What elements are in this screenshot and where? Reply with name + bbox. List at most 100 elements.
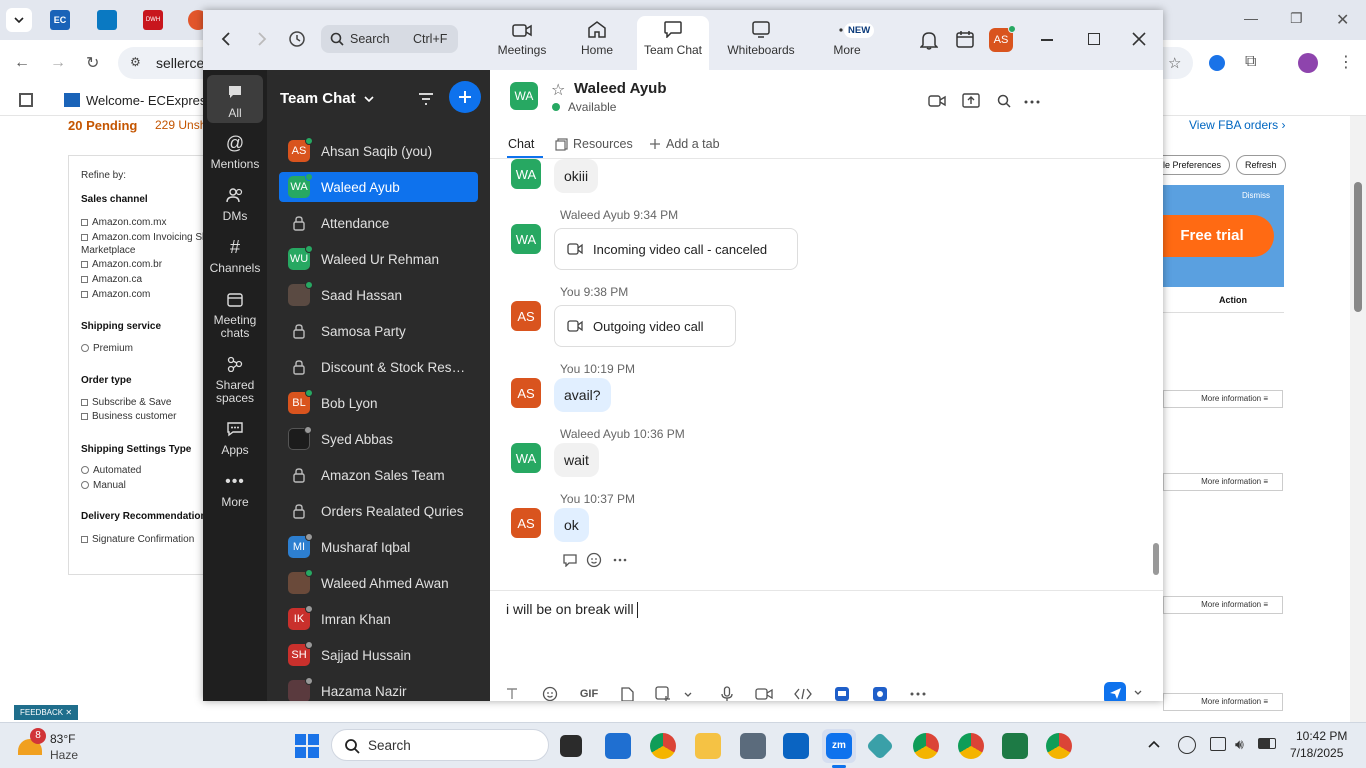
premium-option[interactable]: Premium xyxy=(81,343,133,354)
profile-avatar[interactable] xyxy=(1298,53,1318,73)
browser-menu-icon[interactable]: ⋮ xyxy=(1338,52,1354,72)
rail-apps[interactable]: Apps xyxy=(207,418,263,457)
screenshot-icon[interactable] xyxy=(653,684,673,701)
call-card[interactable]: Outgoing video call xyxy=(554,305,736,347)
reload-icon[interactable]: ↻ xyxy=(86,53,99,73)
list-item[interactable]: Hazama Nazir xyxy=(279,676,478,701)
tab-home[interactable]: Home xyxy=(565,16,629,70)
close-icon[interactable]: ✕ xyxy=(1336,10,1349,30)
task-view-icon[interactable] xyxy=(560,735,582,757)
channel-option[interactable]: Amazon.ca xyxy=(81,274,142,285)
channel-option[interactable]: Amazon.com xyxy=(81,289,150,300)
channel-option[interactable]: Amazon.com.br xyxy=(81,259,162,270)
forward-icon[interactable]: → xyxy=(50,54,66,72)
network-icon[interactable] xyxy=(1178,736,1196,754)
new-chat-button[interactable] xyxy=(449,81,481,113)
site-info-icon[interactable]: ⚙ xyxy=(130,55,141,69)
compose-input[interactable]: i will be on break will xyxy=(506,601,1146,661)
chevron-down-icon[interactable] xyxy=(682,684,694,701)
tab-whiteboards[interactable]: Whiteboards xyxy=(721,16,801,70)
minimize-icon[interactable]: — xyxy=(1244,10,1258,26)
call-card[interactable]: Incoming video call - canceled xyxy=(554,228,798,270)
add-reaction-icon[interactable] xyxy=(586,552,602,568)
volume-icon[interactable]: 🔊︎ xyxy=(1235,736,1244,753)
video-message-icon[interactable] xyxy=(754,684,774,701)
code-snippet-icon[interactable] xyxy=(793,684,813,701)
calendar-icon[interactable] xyxy=(956,30,974,48)
more-options-icon[interactable] xyxy=(1024,100,1040,104)
search-icon[interactable] xyxy=(997,94,1011,108)
reply-icon[interactable] xyxy=(562,553,578,567)
message-bubble[interactable]: okiii xyxy=(554,159,599,193)
list-item[interactable]: Saad Hassan xyxy=(279,280,478,310)
user-avatar[interactable]: AS xyxy=(989,25,1016,52)
dwh-tab-icon[interactable]: DWH xyxy=(143,10,163,30)
gif-button[interactable]: GIF xyxy=(578,684,600,701)
outlook-icon[interactable] xyxy=(783,733,809,759)
extension-icon[interactable] xyxy=(1209,55,1225,71)
more-info-button[interactable]: More information ≡ xyxy=(1163,596,1283,614)
list-item[interactable]: AS Ahsan Saqib (you) xyxy=(279,136,478,166)
history-icon[interactable] xyxy=(288,30,306,48)
rail-more[interactable]: ••• More xyxy=(207,470,263,509)
pending-tab[interactable]: 20 Pending xyxy=(68,118,137,133)
rail-shared-spaces[interactable]: Shared spaces xyxy=(207,353,263,405)
subscribe-option[interactable]: Subscribe & Save xyxy=(81,397,172,408)
list-item[interactable]: IK Imran Khan xyxy=(279,604,478,634)
more-tools-icon[interactable] xyxy=(909,684,927,701)
show-hidden-icons-chevron-icon[interactable] xyxy=(1148,740,1160,748)
message-bubble[interactable]: wait xyxy=(554,443,599,477)
zoom-app-icon[interactable]: zm xyxy=(822,729,856,768)
excel-icon[interactable] xyxy=(1002,733,1028,759)
file-icon[interactable] xyxy=(619,684,635,701)
list-item[interactable]: Attendance xyxy=(279,208,478,238)
rail-dms[interactable]: DMs xyxy=(207,184,263,223)
view-fba-orders-link[interactable]: View FBA orders › xyxy=(1189,118,1285,132)
signature-option[interactable]: Signature Confirmation xyxy=(81,534,194,545)
list-item[interactable]: Orders Realated Quries xyxy=(279,496,478,526)
restore-icon[interactable]: ❐ xyxy=(1290,10,1303,27)
filter-icon[interactable] xyxy=(418,92,434,106)
feedback-tab[interactable]: FEEDBACK ✕ xyxy=(14,705,79,720)
app-shortcut-icon[interactable] xyxy=(871,684,889,701)
format-text-icon[interactable] xyxy=(504,684,520,701)
more-info-button[interactable]: More information ≡ xyxy=(1163,693,1283,711)
send-button[interactable] xyxy=(1104,682,1126,701)
list-item[interactable]: WU Waleed Ur Rehman xyxy=(279,244,478,274)
chrome-profile-icon[interactable] xyxy=(958,733,984,759)
forward-icon[interactable] xyxy=(257,32,267,46)
file-explorer-icon[interactable] xyxy=(695,733,721,759)
rail-channels[interactable]: # Channels xyxy=(207,236,263,275)
emoji-icon[interactable] xyxy=(541,684,559,701)
tab-resources[interactable]: Resources xyxy=(555,137,633,151)
free-trial-button[interactable]: Free trial xyxy=(1150,215,1274,257)
automated-option[interactable]: Automated xyxy=(81,465,141,476)
share-screen-icon[interactable] xyxy=(962,93,980,109)
list-item[interactable]: WA Waleed Ayub xyxy=(279,172,478,202)
back-icon[interactable]: ← xyxy=(14,54,30,72)
list-item[interactable]: Discount & Stock Reser... xyxy=(279,352,478,382)
team-chat-heading[interactable]: Team Chat xyxy=(280,90,374,107)
rail-all[interactable]: All xyxy=(207,75,263,123)
weather-widget[interactable]: 8 83°F Haze xyxy=(14,727,124,765)
extensions-puzzle-icon[interactable]: ⧉ xyxy=(1245,53,1256,71)
clock-date[interactable]: 7/18/2025 xyxy=(1290,746,1343,760)
list-item[interactable]: Samosa Party xyxy=(279,316,478,346)
scrollbar-track[interactable] xyxy=(1350,116,1366,722)
maximize-icon[interactable] xyxy=(1088,33,1100,45)
microsoft-store-icon[interactable] xyxy=(605,733,631,759)
add-tab-button[interactable]: Add a tab xyxy=(649,137,720,151)
scrollbar-thumb[interactable] xyxy=(1354,182,1362,312)
bookmark-star-icon[interactable]: ☆ xyxy=(1168,54,1181,72)
chat-contact-name[interactable]: Waleed Ayub xyxy=(574,80,667,97)
app-icon[interactable] xyxy=(865,731,895,761)
list-item[interactable]: MI Musharaf Iqbal xyxy=(279,532,478,562)
rail-mentions[interactable]: @ Mentions xyxy=(207,132,263,171)
more-info-button[interactable]: More information ≡ xyxy=(1163,473,1283,491)
chrome-profile-icon[interactable] xyxy=(1046,733,1072,759)
tab-chat[interactable]: Chat xyxy=(508,137,534,151)
battery-icon[interactable] xyxy=(1258,738,1276,749)
contact-avatar[interactable]: WA xyxy=(510,82,538,110)
apps-grid-icon[interactable] xyxy=(19,93,33,107)
business-option[interactable]: Business customer xyxy=(81,411,176,422)
